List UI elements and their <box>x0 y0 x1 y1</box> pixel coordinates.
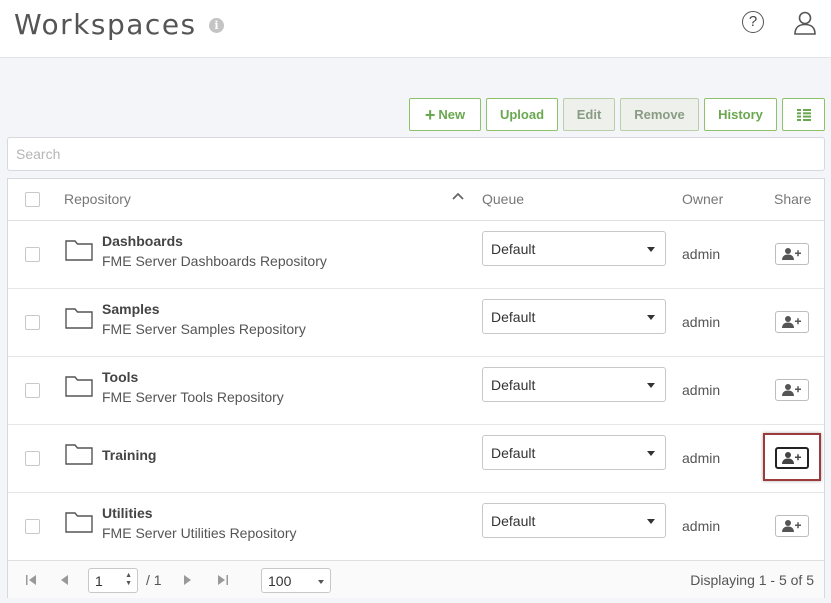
column-header-owner: Owner <box>682 191 724 207</box>
upload-button[interactable]: Upload <box>486 98 558 131</box>
repository-description: FME Server Samples Repository <box>102 321 306 337</box>
repository-description: FME Server Dashboards Repository <box>102 253 327 269</box>
owner-label: admin <box>682 246 721 262</box>
column-header-share: Share <box>774 191 812 207</box>
queue-select[interactable]: Default <box>482 435 666 470</box>
add-user-icon <box>782 316 801 328</box>
add-user-icon <box>782 520 801 532</box>
share-button[interactable] <box>775 447 809 469</box>
chevron-down-icon <box>647 519 655 524</box>
chevron-down-icon <box>647 383 655 388</box>
repository-name[interactable]: Tools <box>102 369 138 385</box>
page-title: Workspaces <box>14 8 197 41</box>
pagination-bar: 1 ▲ ▼ / 1 100 Displaying 1 - 5 of 5 <box>8 560 824 598</box>
table-row[interactable]: Training Default admin <box>8 425 824 493</box>
display-count: Displaying 1 - 5 of 5 <box>690 572 814 588</box>
share-button[interactable] <box>775 379 809 401</box>
folder-icon <box>65 376 93 397</box>
row-checkbox[interactable] <box>25 451 40 466</box>
owner-label: admin <box>682 518 721 534</box>
page-total: / 1 <box>146 572 162 588</box>
first-page-icon[interactable] <box>24 573 38 587</box>
table-row[interactable]: Samples FME Server Samples Repository De… <box>8 289 824 357</box>
page-number-input[interactable]: 1 ▲ ▼ <box>88 568 138 593</box>
help-icon[interactable]: ? <box>742 11 764 33</box>
repository-table: Repository Queue Owner Share Dashboards … <box>7 178 825 598</box>
user-icon[interactable] <box>792 10 818 36</box>
repository-name[interactable]: Utilities <box>102 505 153 521</box>
search-input[interactable] <box>7 137 825 171</box>
column-view-button[interactable] <box>782 98 825 131</box>
last-page-icon[interactable] <box>216 573 230 587</box>
chevron-down-icon <box>318 580 324 584</box>
page-size-select[interactable]: 100 <box>261 568 331 593</box>
share-button[interactable] <box>775 243 809 265</box>
column-header-repository[interactable]: Repository <box>64 191 131 207</box>
chevron-down-icon <box>647 315 655 320</box>
header: Workspaces i ? <box>0 0 831 58</box>
plus-icon: + <box>424 104 436 125</box>
share-button[interactable] <box>775 311 809 333</box>
edit-button[interactable]: Edit <box>563 98 615 131</box>
owner-label: admin <box>682 450 721 466</box>
next-page-icon[interactable] <box>180 573 194 587</box>
folder-icon <box>65 308 93 329</box>
new-button[interactable]: + New <box>409 98 481 131</box>
chevron-down-icon <box>647 451 655 456</box>
previous-page-icon[interactable] <box>58 573 72 587</box>
table-row[interactable]: Dashboards FME Server Dashboards Reposit… <box>8 221 824 289</box>
row-checkbox[interactable] <box>25 519 40 534</box>
repository-description: FME Server Utilities Repository <box>102 525 297 541</box>
folder-icon <box>65 512 93 533</box>
queue-select[interactable]: Default <box>482 231 666 266</box>
info-icon[interactable]: i <box>209 18 224 33</box>
column-header-queue: Queue <box>482 191 525 207</box>
select-all-checkbox[interactable] <box>25 192 40 207</box>
row-checkbox[interactable] <box>25 383 40 398</box>
owner-label: admin <box>682 314 721 330</box>
add-user-icon <box>782 452 801 464</box>
repository-description: FME Server Tools Repository <box>102 389 284 405</box>
toolbar: + New Upload Edit Remove History <box>409 98 825 131</box>
table-row[interactable]: Tools FME Server Tools Repository Defaul… <box>8 357 824 425</box>
history-button[interactable]: History <box>704 98 777 131</box>
new-button-label: New <box>438 107 466 122</box>
repository-name[interactable]: Samples <box>102 301 160 317</box>
repository-name[interactable]: Training <box>102 447 156 463</box>
share-button[interactable] <box>775 515 809 537</box>
repository-name[interactable]: Dashboards <box>102 233 183 249</box>
owner-label: admin <box>682 382 721 398</box>
columns-icon <box>796 108 811 121</box>
row-checkbox[interactable] <box>25 247 40 262</box>
chevron-down-icon <box>647 247 655 252</box>
table-row[interactable]: Utilities FME Server Utilities Repositor… <box>8 493 824 561</box>
row-checkbox[interactable] <box>25 315 40 330</box>
table-header: Repository Queue Owner Share <box>8 179 824 221</box>
remove-button[interactable]: Remove <box>620 98 699 131</box>
folder-icon <box>65 444 93 465</box>
queue-select[interactable]: Default <box>482 367 666 402</box>
queue-select[interactable]: Default <box>482 299 666 334</box>
add-user-icon <box>782 384 801 396</box>
add-user-icon <box>782 248 801 260</box>
stepper-icon[interactable]: ▲ ▼ <box>125 572 132 588</box>
queue-select[interactable]: Default <box>482 503 666 538</box>
folder-icon <box>65 240 93 261</box>
sort-up-icon[interactable] <box>451 189 465 203</box>
